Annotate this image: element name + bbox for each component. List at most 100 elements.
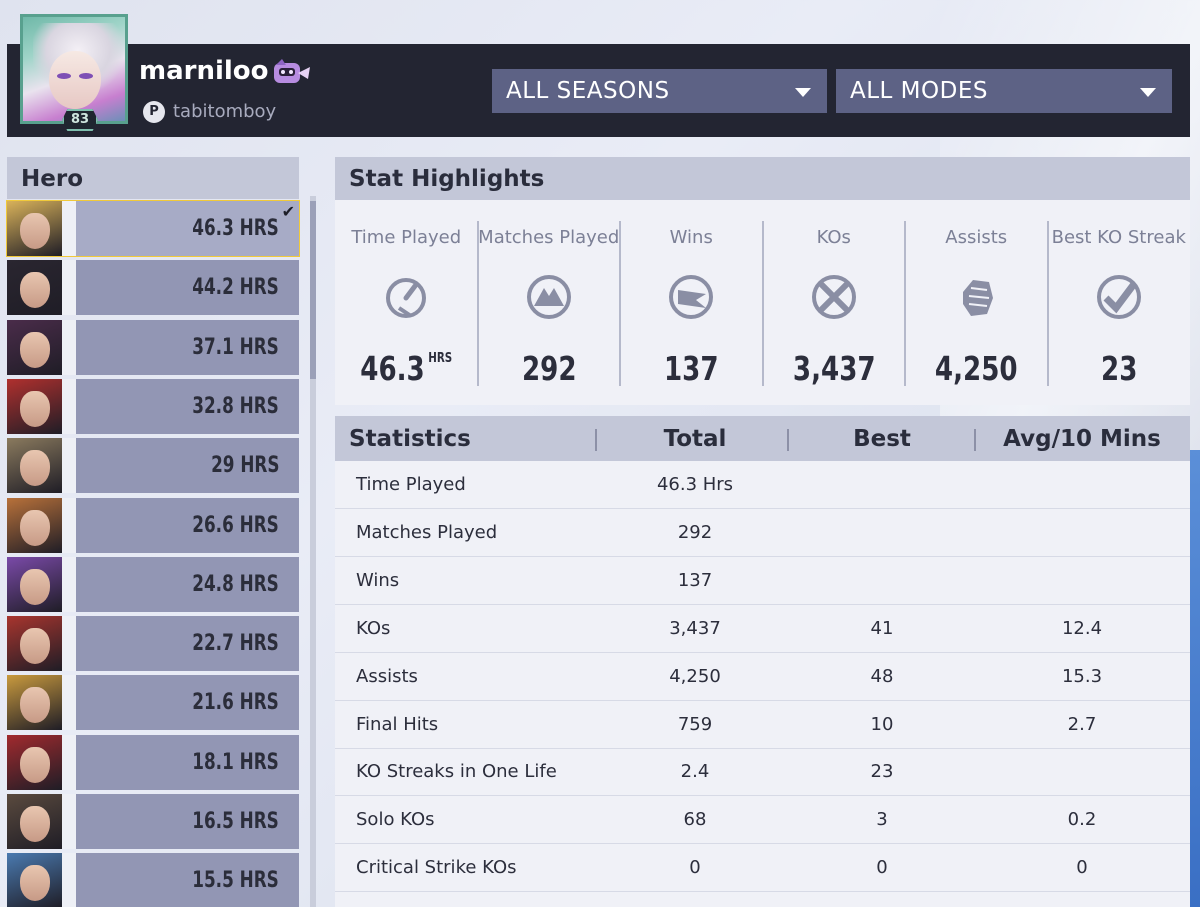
hero-portrait	[7, 201, 62, 256]
hero-progress-marker	[62, 378, 76, 434]
hero-portrait	[7, 675, 62, 731]
hero-row[interactable]: 22.7 HRS	[7, 616, 299, 672]
hero-portrait	[7, 853, 62, 907]
stat-avg: 0.2	[1067, 809, 1097, 831]
stat-highlight-value: 23	[1100, 349, 1137, 388]
table-row: Matches Played 292	[335, 509, 1190, 557]
mountain-emblem-icon	[526, 275, 571, 319]
hero-progress-marker	[62, 853, 76, 907]
stat-total: 292	[677, 521, 713, 543]
streak-check-icon	[1096, 275, 1141, 319]
stat-highlight-divider	[1046, 221, 1049, 386]
hero-bar: 32.8 HRS	[76, 378, 299, 434]
stat-highlight-card: Best KO Streak 23	[1048, 200, 1191, 405]
stat-avg: 0	[1076, 857, 1088, 879]
hero-bar: 15.5 HRS	[76, 853, 299, 907]
hero-portrait	[7, 260, 62, 316]
hero-hours: 29 HRS	[210, 453, 279, 479]
hero-hours: 26.6 HRS	[192, 512, 279, 538]
stat-avg: 2.7	[1067, 713, 1097, 735]
table-row: Time Played 46.3 Hrs	[335, 461, 1190, 509]
avatar-image	[20, 14, 128, 124]
stat-total: 46.3 Hrs	[656, 474, 734, 495]
column-header-avg: Avg/10 Mins	[1003, 426, 1161, 452]
hero-portrait	[7, 497, 62, 553]
hero-portrait	[7, 794, 62, 849]
hero-row[interactable]: 46.3 HRS ✔	[6, 200, 300, 257]
stat-total: 759	[677, 713, 713, 735]
hero-list-panel: Hero 46.3 HRS ✔ 44.2 HRS 37.1 HRS 32.8 HRS 29…	[6, 157, 300, 907]
stat-best: 3	[876, 809, 888, 831]
column-divider	[595, 429, 597, 451]
stat-best: 41	[870, 617, 894, 639]
column-header-statistics: Statistics	[349, 426, 471, 452]
stat-highlight-value: 137	[663, 349, 719, 388]
stat-highlight-divider	[619, 221, 621, 386]
table-row: Final Hits 759 10 2.7	[335, 701, 1190, 749]
stat-name: Final Hits	[356, 713, 439, 735]
hero-bar: 21.6 HRS	[76, 675, 299, 731]
table-row: Solo KOs 68 3 0.2	[335, 796, 1190, 845]
hero-bar: 18.1 HRS	[76, 734, 299, 790]
hero-row[interactable]: 24.8 HRS	[7, 556, 299, 612]
hero-row[interactable]: 32.8 HRS	[7, 378, 299, 434]
hero-progress-marker	[62, 260, 76, 316]
hero-portrait	[7, 438, 62, 494]
stat-highlights-header: Stat Highlights	[335, 157, 1190, 200]
stat-highlight-label: Time Played	[351, 227, 462, 248]
hero-progress-marker	[62, 201, 76, 256]
stat-highlights-panel: Stat Highlights Time Played 46.3 HRS Matche…	[335, 157, 1190, 405]
hero-row[interactable]: 37.1 HRS	[7, 319, 299, 375]
hero-hours: 46.3 HRS	[192, 216, 279, 241]
stat-highlight-value: 3,437	[792, 349, 876, 388]
stat-avg: 15.3	[1061, 665, 1103, 687]
hero-bar: 22.7 HRS	[76, 616, 299, 672]
hero-progress-marker	[62, 556, 76, 612]
stat-best: 10	[870, 713, 894, 735]
hero-row[interactable]: 29 HRS	[7, 438, 299, 494]
hero-hours: 22.7 HRS	[192, 631, 279, 657]
hero-portrait	[7, 616, 62, 672]
hero-progress-marker	[62, 438, 76, 494]
hero-row[interactable]: 18.1 HRS	[7, 734, 299, 790]
flag-icon	[669, 275, 714, 319]
hero-row[interactable]: 16.5 HRS	[7, 794, 299, 849]
hero-progress-marker	[62, 794, 76, 849]
checkmark-icon: ✔	[281, 202, 295, 221]
column-divider	[787, 429, 789, 451]
stat-highlight-label: Wins	[669, 227, 713, 248]
playstation-icon: P	[143, 101, 165, 123]
scrollbar-thumb[interactable]	[310, 201, 316, 379]
hero-bar: 44.2 HRS	[76, 260, 299, 316]
hero-row[interactable]: 21.6 HRS	[7, 675, 299, 731]
stat-name: Solo KOs	[356, 809, 435, 831]
stat-highlight-card: KOs 3,437	[763, 200, 906, 405]
hero-hours: 32.8 HRS	[192, 393, 279, 419]
hero-row[interactable]: 15.5 HRS	[7, 853, 299, 907]
player-name: marniloo	[139, 56, 269, 86]
hero-row[interactable]: 44.2 HRS	[7, 260, 299, 316]
stat-name: Matches Played	[356, 521, 498, 543]
stat-name: Assists	[356, 665, 418, 687]
mode-dropdown-value: ALL MODES	[850, 78, 988, 104]
hero-list-scrollbar[interactable]	[310, 196, 316, 907]
hero-row[interactable]: 26.6 HRS	[7, 497, 299, 553]
stat-name: Critical Strike KOs	[356, 857, 517, 879]
stat-highlight-card: Time Played 46.3 HRS	[335, 200, 478, 405]
hero-hours: 18.1 HRS	[192, 749, 279, 775]
crossed-swords-icon	[811, 275, 856, 319]
table-row: Critical Strike KOs 0 0 0	[335, 844, 1190, 893]
column-header-total: Total	[663, 426, 727, 452]
table-row: KOs 3,437 41 12.4	[335, 605, 1190, 653]
player-avatar[interactable]: 83	[20, 14, 128, 131]
hero-progress-marker	[62, 675, 76, 731]
stat-highlight-divider	[904, 221, 906, 386]
mode-dropdown[interactable]: ALL MODES	[836, 69, 1172, 113]
season-dropdown[interactable]: ALL SEASONS	[492, 69, 827, 113]
hero-hours: 15.5 HRS	[192, 868, 279, 894]
season-dropdown-value: ALL SEASONS	[506, 78, 670, 104]
column-header-best: Best	[853, 426, 911, 452]
hero-hours: 37.1 HRS	[192, 334, 279, 360]
statistics-table-header: Statistics Total Best Avg/10 Mins	[335, 416, 1190, 461]
hero-portrait	[7, 556, 62, 612]
